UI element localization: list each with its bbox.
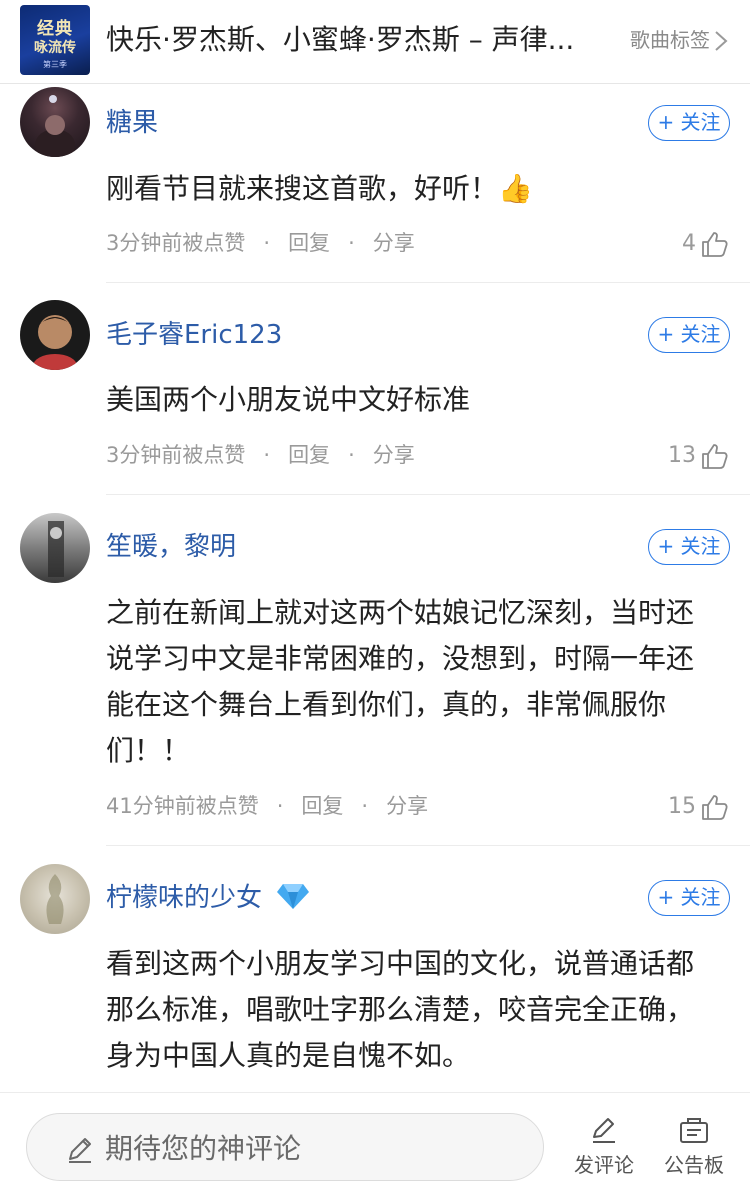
- share-button[interactable]: 分享: [373, 443, 415, 467]
- share-button[interactable]: 分享: [386, 794, 428, 818]
- post-comment-button[interactable]: 发评论: [564, 1115, 644, 1185]
- like-button[interactable]: 13: [668, 441, 730, 471]
- username[interactable]: 毛子睿Eric123: [106, 318, 282, 352]
- separator: ·: [263, 231, 271, 255]
- separator: ·: [348, 231, 355, 255]
- separator: ·: [361, 794, 369, 818]
- separator: ·: [263, 443, 271, 467]
- song-header[interactable]: 经典 咏流传 第三季 快乐·罗杰斯、小蜜蜂·罗杰斯 – 声律... 歌曲标签: [0, 0, 750, 84]
- liked-time: 41分钟前被点赞: [106, 794, 259, 818]
- comment-item: 笙暖，黎明 + 关注 之前在新闻上就对这两个姑娘记忆深刻，当时还说学习中文是非常…: [0, 495, 750, 845]
- thumbs-up-icon: [702, 444, 728, 469]
- comment-text: 之前在新闻上就对这两个姑娘记忆深刻，当时还说学习中文是非常困难的，没想到，时隔一…: [106, 596, 695, 767]
- avatar[interactable]: [20, 513, 90, 583]
- thumb-title-line1: 经典: [37, 19, 73, 39]
- reply-button[interactable]: 回复: [301, 794, 343, 818]
- comment-input-placeholder: 期待您的神评论: [105, 1132, 302, 1165]
- comments-page: 经典 咏流传 第三季 快乐·罗杰斯、小蜜蜂·罗杰斯 – 声律... 歌曲标签 糖…: [0, 0, 750, 1200]
- comment-item: 毛子睿Eric123 + 关注 美国两个小朋友说中文好标准 3分钟前被点赞 · 回复…: [0, 283, 750, 493]
- like-button[interactable]: 15: [668, 792, 730, 822]
- song-tag-link[interactable]: 歌曲标签: [630, 26, 710, 54]
- comment-input[interactable]: 期待您的神评论: [26, 1113, 544, 1181]
- username[interactable]: 笙暖，黎明: [106, 530, 236, 564]
- post-comment-label: 发评论: [574, 1153, 634, 1177]
- reply-button[interactable]: 回复: [288, 231, 330, 255]
- comment-bar: 期待您的神评论 发评论 公告板: [0, 1092, 750, 1200]
- liked-time: 3分钟前被点赞: [106, 231, 246, 255]
- avatar[interactable]: [20, 864, 90, 934]
- like-count: 15: [668, 794, 696, 819]
- pencil-icon: [593, 1118, 615, 1143]
- thumbs-up-icon: [702, 232, 728, 257]
- thumb-title-line2: 咏流传: [34, 40, 76, 56]
- follow-button[interactable]: + 关注: [648, 317, 730, 353]
- comment-meta: 41分钟前被点赞 · 回复 · 分享: [106, 792, 428, 820]
- like-button[interactable]: 4: [682, 229, 730, 259]
- follow-button[interactable]: + 关注: [648, 529, 730, 565]
- liked-time: 3分钟前被点赞: [106, 443, 246, 467]
- album-thumbnail[interactable]: 经典 咏流传 第三季: [20, 5, 90, 75]
- song-title[interactable]: 快乐·罗杰斯、小蜜蜂·罗杰斯 – 声律...: [106, 22, 594, 58]
- comment-item: 糖果 + 关注 刚看节目就来搜这首歌，好听！👍 3分钟前被点赞 · 回复 · 分享 4: [0, 84, 750, 284]
- comment-item: 柠檬味的少女 + 关注 看到这两个小朋友学习中国的文化，说普通话都那么标准，唱歌…: [0, 846, 750, 1092]
- avatar[interactable]: [20, 87, 90, 157]
- diamond-icon: [277, 884, 310, 909]
- like-count: 13: [668, 443, 696, 468]
- thumb-caption: 第三季: [43, 60, 67, 69]
- comment-text: 美国两个小朋友说中文好标准: [106, 383, 471, 416]
- comment-meta: 3分钟前被点赞 · 回复 · 分享: [106, 441, 415, 469]
- username[interactable]: 柠檬味的少女: [106, 881, 310, 915]
- chevron-right-icon[interactable]: [712, 30, 730, 52]
- avatar[interactable]: [20, 300, 90, 370]
- comment-text: 刚看节目就来搜这首歌，好听！👍: [106, 172, 533, 205]
- reply-button[interactable]: 回复: [288, 443, 330, 467]
- comment-meta: 3分钟前被点赞 · 回复 · 分享: [106, 229, 415, 257]
- like-count: 4: [682, 231, 696, 256]
- thumbs-up-icon: [702, 795, 728, 820]
- pencil-icon: [69, 1138, 91, 1163]
- follow-button[interactable]: + 关注: [648, 880, 730, 916]
- separator: ·: [276, 794, 284, 818]
- share-button[interactable]: 分享: [373, 231, 415, 255]
- follow-button[interactable]: + 关注: [648, 105, 730, 141]
- comment-text: 看到这两个小朋友学习中国的文化，说普通话都那么标准，唱歌吐字那么清楚，咬音完全正…: [106, 947, 695, 1072]
- username-text: 柠檬味的少女: [106, 883, 263, 913]
- notice-board-button[interactable]: 公告板: [654, 1115, 734, 1185]
- notice-board-label: 公告板: [664, 1153, 724, 1177]
- separator: ·: [348, 443, 355, 467]
- notice-board-icon: [680, 1118, 708, 1143]
- username[interactable]: 糖果: [106, 106, 158, 140]
